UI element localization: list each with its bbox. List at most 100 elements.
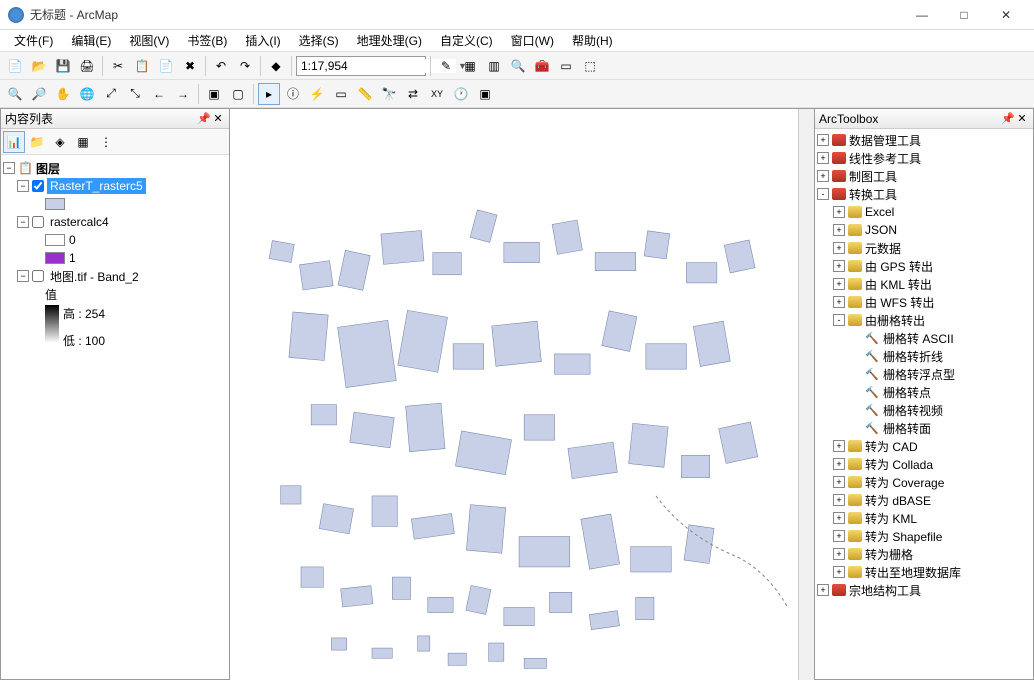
close-button[interactable]: ✕	[986, 1, 1026, 29]
forward-button[interactable]: →	[172, 83, 194, 105]
goto-xy-button[interactable]: XY	[426, 83, 448, 105]
tree-item-label[interactable]: 栅格转浮点型	[883, 366, 955, 383]
collapse-icon[interactable]: −	[17, 216, 29, 228]
measure-button[interactable]: 📏	[354, 83, 376, 105]
tree-item-label[interactable]: 栅格转 ASCII	[883, 330, 954, 347]
find-button[interactable]: 🔭	[378, 83, 400, 105]
vertical-scrollbar[interactable]	[798, 109, 814, 680]
expand-icon[interactable]: +	[833, 278, 845, 290]
maximize-button[interactable]: □	[944, 1, 984, 29]
layer-name[interactable]: RasterT_rasterc5	[47, 178, 146, 194]
layer-name[interactable]: rastercalc4	[47, 214, 112, 230]
find-route-button[interactable]: ⇄	[402, 83, 424, 105]
tree-item-label[interactable]: 宗地结构工具	[849, 582, 921, 599]
layer-checkbox[interactable]	[32, 270, 44, 282]
expand-icon[interactable]: +	[817, 584, 829, 596]
undo-button[interactable]: ↶	[210, 55, 232, 77]
class-swatch[interactable]	[45, 234, 65, 246]
close-icon[interactable]: ✕	[1015, 112, 1029, 125]
python-button[interactable]: ▭	[555, 55, 577, 77]
zoom-out-button[interactable]: 🔎	[28, 83, 50, 105]
tree-item-label[interactable]: Excel	[865, 205, 894, 219]
class-swatch[interactable]	[45, 252, 65, 264]
tree-item-label[interactable]: 转为栅格	[865, 546, 913, 563]
tree-item-label[interactable]: 转出至地理数据库	[865, 564, 961, 581]
viewer-window-button[interactable]: ▣	[474, 83, 496, 105]
expand-icon[interactable]: +	[833, 296, 845, 308]
new-button[interactable]: 📄	[4, 55, 26, 77]
editor-toolbar-button[interactable]: ✎	[435, 55, 457, 77]
tree-item-label[interactable]: 由栅格转出	[865, 312, 925, 329]
menu-item-9[interactable]: 帮助(H)	[564, 30, 621, 51]
copy-button[interactable]: 📋	[131, 55, 153, 77]
tree-item-label[interactable]: 转为 dBASE	[865, 492, 931, 509]
expand-icon[interactable]: +	[833, 224, 845, 236]
collapse-icon[interactable]: −	[17, 270, 29, 282]
toolbox-button[interactable]: 🧰	[531, 55, 553, 77]
expand-icon[interactable]: +	[833, 530, 845, 542]
map-canvas[interactable]	[230, 109, 798, 680]
list-by-selection-button[interactable]: ▦	[72, 131, 94, 153]
menu-item-5[interactable]: 选择(S)	[291, 30, 347, 51]
expand-icon[interactable]: +	[833, 242, 845, 254]
layers-root[interactable]: 图层	[36, 160, 60, 177]
tree-item-label[interactable]: 转换工具	[849, 186, 897, 203]
tree-item-label[interactable]: 制图工具	[849, 168, 897, 185]
menu-item-7[interactable]: 自定义(C)	[432, 30, 501, 51]
full-extent-button[interactable]: 🌐	[76, 83, 98, 105]
list-by-drawing-order-button[interactable]: 📊	[3, 131, 25, 153]
layer-checkbox[interactable]	[32, 216, 44, 228]
layer-name[interactable]: 地图.tif - Band_2	[47, 267, 142, 286]
tree-item-label[interactable]: 栅格转视频	[883, 402, 943, 419]
select-features-button[interactable]: ▣	[203, 83, 225, 105]
close-icon[interactable]: ✕	[211, 112, 225, 125]
tree-item-label[interactable]: 由 KML 转出	[865, 276, 932, 293]
toc-button[interactable]: ▦	[459, 55, 481, 77]
tree-item-label[interactable]: JSON	[865, 223, 897, 237]
back-button[interactable]: ←	[148, 83, 170, 105]
save-button[interactable]: 💾	[52, 55, 74, 77]
html-popup-button[interactable]: ▭	[330, 83, 352, 105]
tree-item-label[interactable]: 栅格转面	[883, 420, 931, 437]
expand-icon[interactable]: +	[833, 476, 845, 488]
menu-item-3[interactable]: 书签(B)	[179, 30, 235, 51]
expand-icon[interactable]: +	[833, 440, 845, 452]
tree-item-label[interactable]: 元数据	[865, 240, 901, 257]
pin-icon[interactable]: 📌	[197, 112, 211, 125]
delete-button[interactable]: ✖	[179, 55, 201, 77]
open-button[interactable]: 📂	[28, 55, 50, 77]
collapse-icon[interactable]: −	[3, 162, 15, 174]
tree-item-label[interactable]: 转为 Shapefile	[865, 528, 942, 545]
expand-icon[interactable]: +	[833, 512, 845, 524]
catalog-button[interactable]: ▥	[483, 55, 505, 77]
expand-icon[interactable]: +	[833, 206, 845, 218]
print-button[interactable]: 🖨	[76, 55, 98, 77]
list-by-visibility-button[interactable]: ◈	[49, 131, 71, 153]
redo-button[interactable]: ↷	[234, 55, 256, 77]
menu-item-6[interactable]: 地理处理(G)	[349, 30, 430, 51]
tree-item-label[interactable]: 由 WFS 转出	[865, 294, 934, 311]
gradient-swatch[interactable]	[45, 305, 59, 343]
scale-input[interactable]	[301, 59, 456, 73]
options-button[interactable]: ⋮	[95, 131, 117, 153]
paste-button[interactable]: 📄	[155, 55, 177, 77]
expand-icon[interactable]: +	[833, 566, 845, 578]
menu-item-8[interactable]: 窗口(W)	[503, 30, 562, 51]
expand-icon[interactable]: +	[833, 260, 845, 272]
minimize-button[interactable]: —	[902, 1, 942, 29]
expand-icon[interactable]: -	[833, 314, 845, 326]
clear-selection-button[interactable]: ▢	[227, 83, 249, 105]
layer-swatch[interactable]	[45, 198, 65, 210]
tree-item-label[interactable]: 线性参考工具	[849, 150, 921, 167]
list-by-source-button[interactable]: 📁	[26, 131, 48, 153]
hyperlink-button[interactable]: ⚡	[306, 83, 328, 105]
model-builder-button[interactable]: ⬚	[579, 55, 601, 77]
collapse-icon[interactable]: −	[17, 180, 29, 192]
tree-item-label[interactable]: 栅格转点	[883, 384, 931, 401]
expand-icon[interactable]: +	[817, 134, 829, 146]
scale-combo[interactable]: ▼	[296, 56, 426, 76]
tree-item-label[interactable]: 转为 Coverage	[865, 474, 944, 491]
expand-icon[interactable]: -	[817, 188, 829, 200]
tree-item-label[interactable]: 转为 KML	[865, 510, 917, 527]
menu-item-2[interactable]: 视图(V)	[121, 30, 177, 51]
